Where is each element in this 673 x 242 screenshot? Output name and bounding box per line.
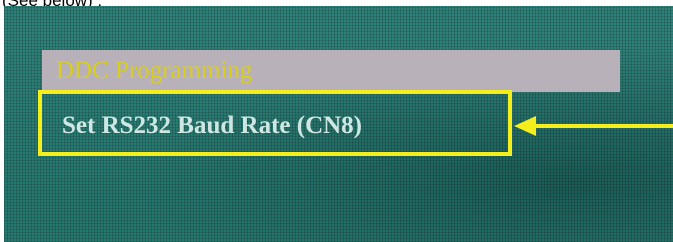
- screenshot: (See below) : DDC Programming Set RS232 …: [0, 0, 673, 242]
- menu-item-label: DDC Programming: [56, 57, 253, 84]
- callout-highlight-box: [38, 90, 512, 156]
- left-arrow-icon: [514, 116, 673, 136]
- menu-item-ddc-programming[interactable]: DDC Programming: [42, 50, 620, 92]
